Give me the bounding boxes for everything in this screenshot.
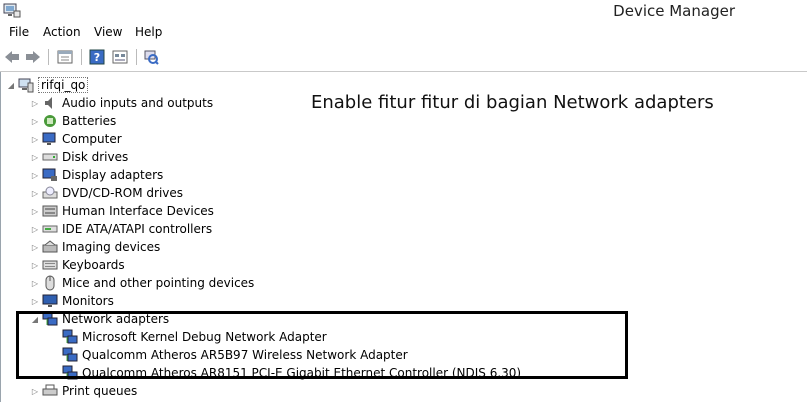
collapse-arrow-icon[interactable]: ◢ <box>4 76 18 94</box>
help-icon[interactable]: ? <box>87 47 107 67</box>
window-title: Device Manager <box>613 2 735 20</box>
toolbar-separator <box>48 49 49 65</box>
tree-item-computer[interactable]: ▷ Computer <box>28 130 122 148</box>
toolbar-separator <box>81 49 82 65</box>
tree-item-print-queues[interactable]: ▷ Print queues <box>28 382 137 400</box>
scan-hardware-icon[interactable] <box>141 47 161 67</box>
expand-arrow-icon[interactable]: ▷ <box>28 256 42 274</box>
expand-arrow-icon[interactable]: ▷ <box>28 112 42 130</box>
tree-item-batteries[interactable]: ▷ Batteries <box>28 112 116 130</box>
expand-arrow-icon[interactable]: ▷ <box>28 202 42 220</box>
tree-item-audio[interactable]: ▷ Audio inputs and outputs <box>28 94 213 112</box>
tree-item-label: Keyboards <box>62 258 125 272</box>
ide-controller-icon <box>42 221 58 237</box>
tree-item-keyboards[interactable]: ▷ Keyboards <box>28 256 125 274</box>
scanner-icon <box>42 239 58 255</box>
expand-arrow-icon[interactable]: ▷ <box>28 184 42 202</box>
tree-item-mice[interactable]: ▷ Mice and other pointing devices <box>28 274 254 292</box>
monitor-icon <box>42 293 58 309</box>
speaker-icon <box>42 95 58 111</box>
menu-view[interactable]: View <box>94 25 122 39</box>
forward-icon[interactable] <box>23 47 43 67</box>
display-adapter-icon <box>42 167 58 183</box>
mouse-icon <box>42 275 58 291</box>
menu-file[interactable]: File <box>9 25 29 39</box>
tree-item-label: DVD/CD-ROM drives <box>62 186 184 200</box>
root-computer-name: rifqi_qo <box>38 77 89 93</box>
tree-item-hid[interactable]: ▷ Human Interface Devices <box>28 202 214 220</box>
toolbar-separator <box>136 49 137 65</box>
expand-arrow-icon[interactable]: ▷ <box>28 94 42 112</box>
properties-icon[interactable] <box>55 47 75 67</box>
tree-item-disk-drives[interactable]: ▷ Disk drives <box>28 148 128 166</box>
tree-item-label: Print queues <box>62 384 138 398</box>
tree-item-label: Computer <box>62 132 122 146</box>
tree-item-imaging-devices[interactable]: ▷ Imaging devices <box>28 238 160 256</box>
expand-arrow-icon[interactable]: ▷ <box>28 220 42 238</box>
tree-item-label: IDE ATA/ATAPI controllers <box>62 222 213 236</box>
annotation-text: Enable fitur fitur di bagian Network ada… <box>311 92 714 113</box>
svg-text:?: ? <box>94 51 100 64</box>
dvd-drive-icon <box>42 185 58 201</box>
tree-root[interactable]: ◢ rifqi_qo <box>4 76 89 94</box>
menu-help[interactable]: Help <box>135 25 162 39</box>
tree-item-monitors[interactable]: ▷ Monitors <box>28 292 114 310</box>
printer-icon <box>42 383 58 399</box>
expand-arrow-icon[interactable]: ▷ <box>28 382 42 400</box>
keyboard-icon <box>42 257 58 273</box>
tree-item-label: Monitors <box>62 294 114 308</box>
tree-item-dvd-drives[interactable]: ▷ DVD/CD-ROM drives <box>28 184 183 202</box>
tree-item-label: Mice and other pointing devices <box>62 276 255 290</box>
toolbar: ? <box>0 44 807 72</box>
tree-item-display-adapters[interactable]: ▷ Display adapters <box>28 166 163 184</box>
show-hidden-icon[interactable] <box>110 47 130 67</box>
expand-arrow-icon[interactable]: ▷ <box>28 292 42 310</box>
title-bar: Device Manager <box>0 0 807 22</box>
tree-item-label: Human Interface Devices <box>62 204 214 218</box>
expand-arrow-icon[interactable]: ▷ <box>28 166 42 184</box>
tree-item-label: Disk drives <box>62 150 129 164</box>
tree-item-label: Display adapters <box>62 168 164 182</box>
computer-icon <box>42 131 58 147</box>
expand-arrow-icon[interactable]: ▷ <box>28 130 42 148</box>
tree-item-label: Audio inputs and outputs <box>62 96 214 110</box>
tree-item-label: Imaging devices <box>62 240 161 254</box>
highlight-box <box>16 311 628 379</box>
disk-drive-icon <box>42 149 58 165</box>
menu-bar: File Action View Help <box>0 22 807 43</box>
tree-item-label: Batteries <box>62 114 117 128</box>
expand-arrow-icon[interactable]: ▷ <box>28 148 42 166</box>
battery-icon <box>42 113 58 129</box>
computer-icon <box>18 77 34 93</box>
expand-arrow-icon[interactable]: ▷ <box>28 274 42 292</box>
menu-action[interactable]: Action <box>43 25 81 39</box>
back-icon[interactable] <box>2 47 22 67</box>
tree-item-ide-controllers[interactable]: ▷ IDE ATA/ATAPI controllers <box>28 220 212 238</box>
expand-arrow-icon[interactable]: ▷ <box>28 238 42 256</box>
hid-icon <box>42 203 58 219</box>
